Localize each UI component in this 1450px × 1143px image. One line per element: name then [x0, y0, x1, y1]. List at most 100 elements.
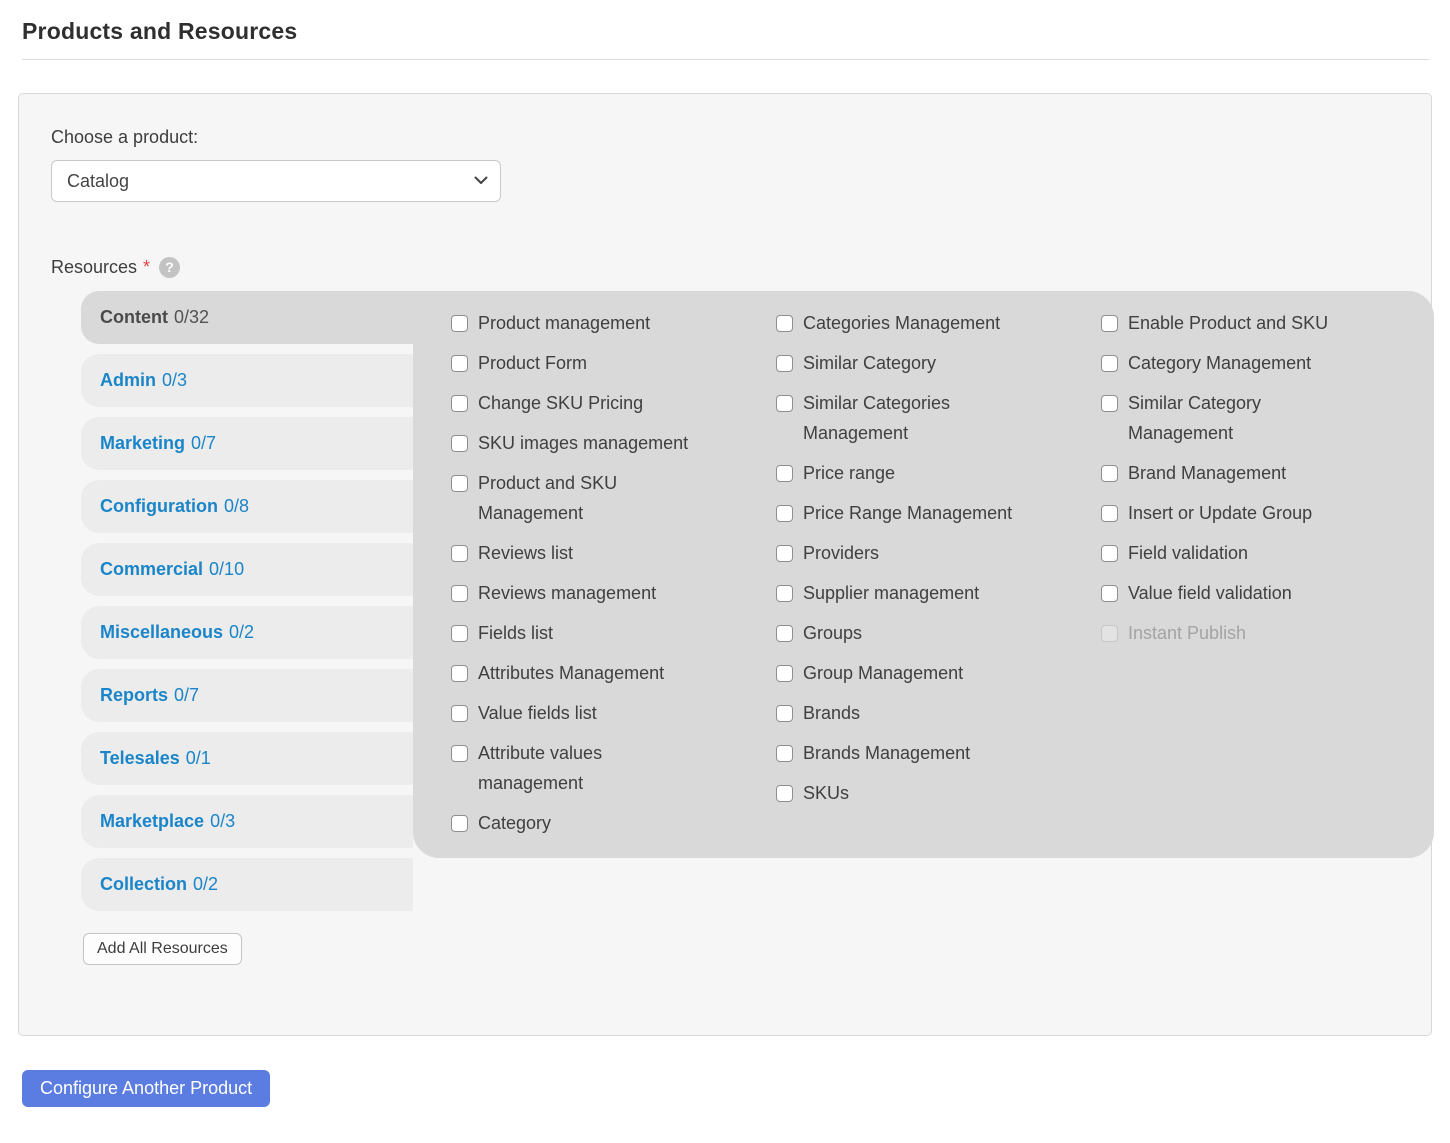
- resource-checkbox-item[interactable]: Categories Management: [776, 308, 1101, 338]
- resource-checkbox-item[interactable]: Brand Management: [1101, 458, 1426, 488]
- tab-label: Miscellaneous: [100, 622, 223, 643]
- resource-checkbox-item[interactable]: Product Form: [451, 348, 776, 378]
- checkbox[interactable]: [776, 355, 793, 372]
- resource-checkbox-item[interactable]: Enable Product and SKU: [1101, 308, 1426, 338]
- checkbox[interactable]: [1101, 355, 1118, 372]
- resource-checkbox-item[interactable]: Providers: [776, 538, 1101, 568]
- tab-marketing[interactable]: Marketing0/7: [81, 417, 413, 470]
- checkbox-column-3: Enable Product and SKU Category Managemen…: [1101, 308, 1426, 848]
- checkbox[interactable]: [776, 545, 793, 562]
- resource-checkbox-item[interactable]: Price Range Management: [776, 498, 1101, 528]
- resource-checkbox-item[interactable]: Reviews management: [451, 578, 776, 608]
- checkbox[interactable]: [776, 505, 793, 522]
- checkbox[interactable]: [451, 545, 468, 562]
- resource-label: Change SKU Pricing: [478, 388, 643, 418]
- checkbox[interactable]: [776, 665, 793, 682]
- resource-tabs-list: Content0/32Admin0/3Marketing0/7Configura…: [81, 291, 413, 911]
- tab-miscellaneous[interactable]: Miscellaneous0/2: [81, 606, 413, 659]
- checkbox[interactable]: [1101, 395, 1118, 412]
- checkbox[interactable]: [451, 585, 468, 602]
- tab-content[interactable]: Content0/32: [81, 291, 413, 344]
- resource-checkbox-item[interactable]: Category Management: [1101, 348, 1426, 378]
- tab-configuration[interactable]: Configuration0/8: [81, 480, 413, 533]
- resource-label: Value fields list: [478, 698, 597, 728]
- resource-checkbox-item[interactable]: Value fields list: [451, 698, 776, 728]
- resource-label: Field validation: [1128, 538, 1248, 568]
- product-select[interactable]: Catalog: [51, 160, 501, 202]
- resource-label: Supplier management: [803, 578, 979, 608]
- resource-checkbox-item[interactable]: Price range: [776, 458, 1101, 488]
- resource-checkbox-item[interactable]: Attribute values management: [451, 738, 776, 798]
- checkbox[interactable]: [776, 315, 793, 332]
- checkbox[interactable]: [451, 625, 468, 642]
- tab-telesales[interactable]: Telesales 0/1: [81, 732, 413, 785]
- checkbox[interactable]: [776, 395, 793, 412]
- resource-checkbox-item[interactable]: Brands: [776, 698, 1101, 728]
- resource-checkbox-item[interactable]: SKUs: [776, 778, 1101, 808]
- checkbox[interactable]: [451, 705, 468, 722]
- resource-checkbox-item[interactable]: Reviews list: [451, 538, 776, 568]
- resource-label: Instant Publish: [1128, 618, 1246, 648]
- resource-checkbox-item[interactable]: Value field validation: [1101, 578, 1426, 608]
- add-all-resources-button[interactable]: Add All Resources: [83, 933, 242, 965]
- checkbox: [1101, 625, 1118, 642]
- tab-admin[interactable]: Admin 0/3: [81, 354, 413, 407]
- checkbox[interactable]: [451, 665, 468, 682]
- resource-tabs-column: Content0/32Admin0/3Marketing0/7Configura…: [81, 291, 413, 965]
- resources-label-row: Resources * ?: [51, 255, 1399, 279]
- resource-checkbox-item[interactable]: Fields list: [451, 618, 776, 648]
- resource-label: Similar Category Management: [1128, 388, 1343, 448]
- tab-count: 0/7: [174, 685, 199, 706]
- resource-checkbox-item[interactable]: Groups: [776, 618, 1101, 648]
- configure-another-product-button[interactable]: Configure Another Product: [22, 1070, 270, 1107]
- checkbox[interactable]: [1101, 465, 1118, 482]
- resource-checkbox-item[interactable]: SKU images management: [451, 428, 776, 458]
- resource-checkbox-item[interactable]: Category: [451, 808, 776, 838]
- resource-label: Product management: [478, 308, 650, 338]
- resource-checkbox-item[interactable]: Insert or Update Group: [1101, 498, 1426, 528]
- tab-commercial[interactable]: Commercial0/10: [81, 543, 413, 596]
- resource-checkbox-item[interactable]: Group Management: [776, 658, 1101, 688]
- resource-checkbox-item[interactable]: Similar Category Management: [1101, 388, 1426, 448]
- checkbox[interactable]: [451, 475, 468, 492]
- checkbox[interactable]: [1101, 315, 1118, 332]
- checkbox[interactable]: [776, 585, 793, 602]
- required-asterisk: *: [143, 255, 150, 279]
- checkbox[interactable]: [451, 315, 468, 332]
- checkbox[interactable]: [451, 355, 468, 372]
- resource-checkbox-item[interactable]: Supplier management: [776, 578, 1101, 608]
- checkbox[interactable]: [451, 395, 468, 412]
- checkbox[interactable]: [1101, 545, 1118, 562]
- checkbox[interactable]: [451, 435, 468, 452]
- tab-count: 0/1: [186, 748, 211, 769]
- tab-collection[interactable]: Collection0/2: [81, 858, 413, 911]
- checkbox[interactable]: [776, 745, 793, 762]
- checkbox[interactable]: [451, 815, 468, 832]
- resource-checkbox-item[interactable]: Similar Categories Management: [776, 388, 1101, 448]
- tab-marketplace[interactable]: Marketplace0/3: [81, 795, 413, 848]
- resource-checkbox-item[interactable]: Product management: [451, 308, 776, 338]
- checkbox[interactable]: [776, 705, 793, 722]
- checkbox[interactable]: [776, 625, 793, 642]
- page: Products and Resources Choose a product:…: [0, 18, 1450, 1143]
- resource-label: Value field validation: [1128, 578, 1292, 608]
- tab-label: Admin: [100, 370, 156, 391]
- tab-label: Marketing: [100, 433, 185, 454]
- resource-checkbox-item[interactable]: Brands Management: [776, 738, 1101, 768]
- tab-count: 0/3: [162, 370, 187, 391]
- resource-checkbox-item[interactable]: Product and SKU Management: [451, 468, 776, 528]
- checkbox[interactable]: [776, 785, 793, 802]
- resource-label: SKUs: [803, 778, 849, 808]
- checkbox[interactable]: [451, 745, 468, 762]
- resource-checkbox-item[interactable]: Attributes Management: [451, 658, 776, 688]
- checkbox[interactable]: [1101, 505, 1118, 522]
- tab-reports[interactable]: Reports0/7: [81, 669, 413, 722]
- tab-label: Telesales: [100, 748, 180, 769]
- resource-checkbox-item[interactable]: Field validation: [1101, 538, 1426, 568]
- resource-checkbox-item[interactable]: Similar Category: [776, 348, 1101, 378]
- resource-checkbox-item[interactable]: Change SKU Pricing: [451, 388, 776, 418]
- checkbox[interactable]: [1101, 585, 1118, 602]
- tab-count: 0/3: [210, 811, 235, 832]
- checkbox[interactable]: [776, 465, 793, 482]
- help-icon[interactable]: ?: [159, 257, 180, 278]
